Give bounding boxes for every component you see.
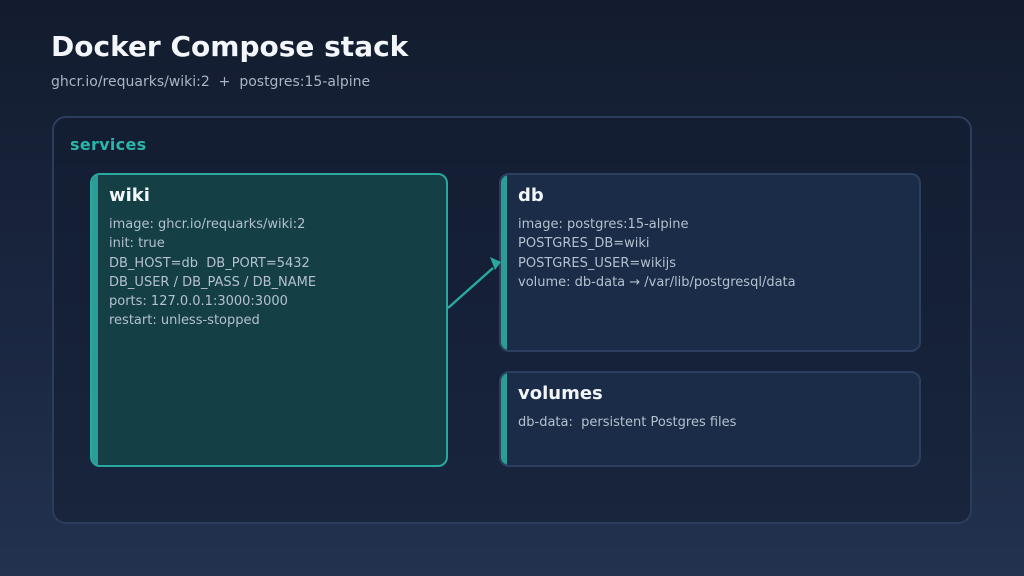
card-accent-bar: [501, 175, 507, 350]
db-service-card[interactable]: db image: postgres:15-alpine POSTGRES_DB=…: [499, 173, 921, 352]
config-line: db-data: persistent Postgres files: [518, 415, 737, 430]
config-line: POSTGRES_USER=wikijs: [518, 255, 677, 271]
volumes-card-title: volumes: [518, 383, 603, 404]
volumes-card[interactable]: volumes db-data: persistent Postgres fil…: [499, 371, 921, 467]
config-line: volume: db-data → /var/lib/postgresql/da…: [518, 274, 796, 290]
db-card-title: db: [518, 185, 544, 206]
db-card-lines: image: postgres:15-alpine POSTGRES_DB=wik…: [518, 215, 919, 292]
card-accent-bar: [92, 175, 98, 465]
config-line: ports: 127.0.0.1:3000:3000: [109, 294, 288, 310]
card-accent-bar: [501, 373, 507, 465]
config-line: init: true: [109, 236, 165, 252]
services-label: services: [70, 135, 147, 154]
config-line: DB_USER / DB_PASS / DB_NAME: [109, 274, 317, 290]
wiki-card-title: wiki: [109, 185, 150, 206]
wiki-service-card[interactable]: wiki image: ghcr.io/requarks/wiki:2 init:…: [90, 173, 448, 467]
config-line: POSTGRES_DB=wiki: [518, 236, 650, 252]
wiki-card-lines: image: ghcr.io/requarks/wiki:2 init: true…: [109, 215, 446, 331]
config-line: image: ghcr.io/requarks/wiki:2: [109, 217, 306, 232]
volumes-card-lines: db-data: persistent Postgres files: [518, 413, 919, 432]
page-title: Docker Compose stack: [51, 30, 409, 63]
page-subtitle: ghcr.io/requarks/wiki:2 + postgres:15-al…: [51, 74, 371, 90]
config-line: DB_HOST=db DB_PORT=5432: [109, 255, 310, 271]
config-line: image: postgres:15-alpine: [518, 217, 689, 232]
config-line: restart: unless-stopped: [109, 313, 260, 329]
